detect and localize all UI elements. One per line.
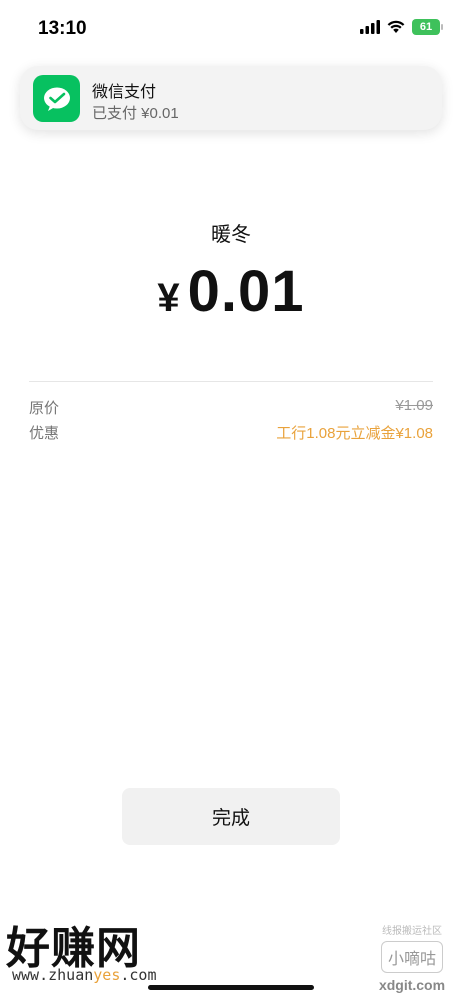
- cellular-signal-icon: [360, 20, 380, 34]
- wifi-icon: [387, 20, 405, 33]
- discount-label: 优惠: [29, 425, 60, 442]
- home-indicator[interactable]: [148, 985, 314, 990]
- notification-message: 已支付 ¥0.01: [92, 105, 179, 122]
- watermark-left: 好赚网 www.zhuanyes.com: [2, 912, 192, 992]
- watermark-right: 线报搬运社区 小嘀咕 xdgit.com: [372, 922, 452, 998]
- payment-notification[interactable]: 微信支付 已支付 ¥0.01: [20, 66, 442, 130]
- status-bar: 13:10 61: [0, 0, 462, 56]
- watermark-url-part-a: www.zhuan: [12, 966, 94, 984]
- watermark-right-url: xdgit.com: [378, 977, 446, 993]
- done-button[interactable]: 完成: [122, 788, 340, 845]
- wechat-pay-icon: [33, 75, 80, 122]
- battery-icon: 61: [412, 19, 443, 35]
- status-icons: 61: [360, 19, 443, 35]
- divider: [29, 381, 433, 382]
- watermark-url-part-b: yes: [93, 966, 121, 984]
- status-time: 13:10: [38, 18, 87, 39]
- notification-app-name: 微信支付: [92, 84, 157, 101]
- watermark-right-box: 小嘀咕: [381, 941, 443, 973]
- discount-row: 优惠 工行1.08元立减金¥1.08: [29, 422, 433, 443]
- payment-amount: ¥ 0.01: [0, 258, 462, 325]
- watermark-right-top: 线报搬运社区: [382, 926, 442, 937]
- original-price-label: 原价: [29, 400, 60, 417]
- amount-value: 0.01: [187, 259, 305, 324]
- watermark-left-url: www.zhuanyes.com: [12, 966, 157, 984]
- original-price-row: 原价 ¥1.09: [29, 397, 433, 418]
- battery-level: 61: [419, 21, 433, 33]
- currency-symbol: ¥: [157, 276, 180, 320]
- discount-value: 工行1.08元立减金¥1.08: [276, 425, 433, 442]
- merchant-name: 暖冬: [211, 224, 251, 246]
- watermark-url-part-c: .com: [120, 966, 157, 984]
- original-price-value: ¥1.09: [395, 397, 433, 414]
